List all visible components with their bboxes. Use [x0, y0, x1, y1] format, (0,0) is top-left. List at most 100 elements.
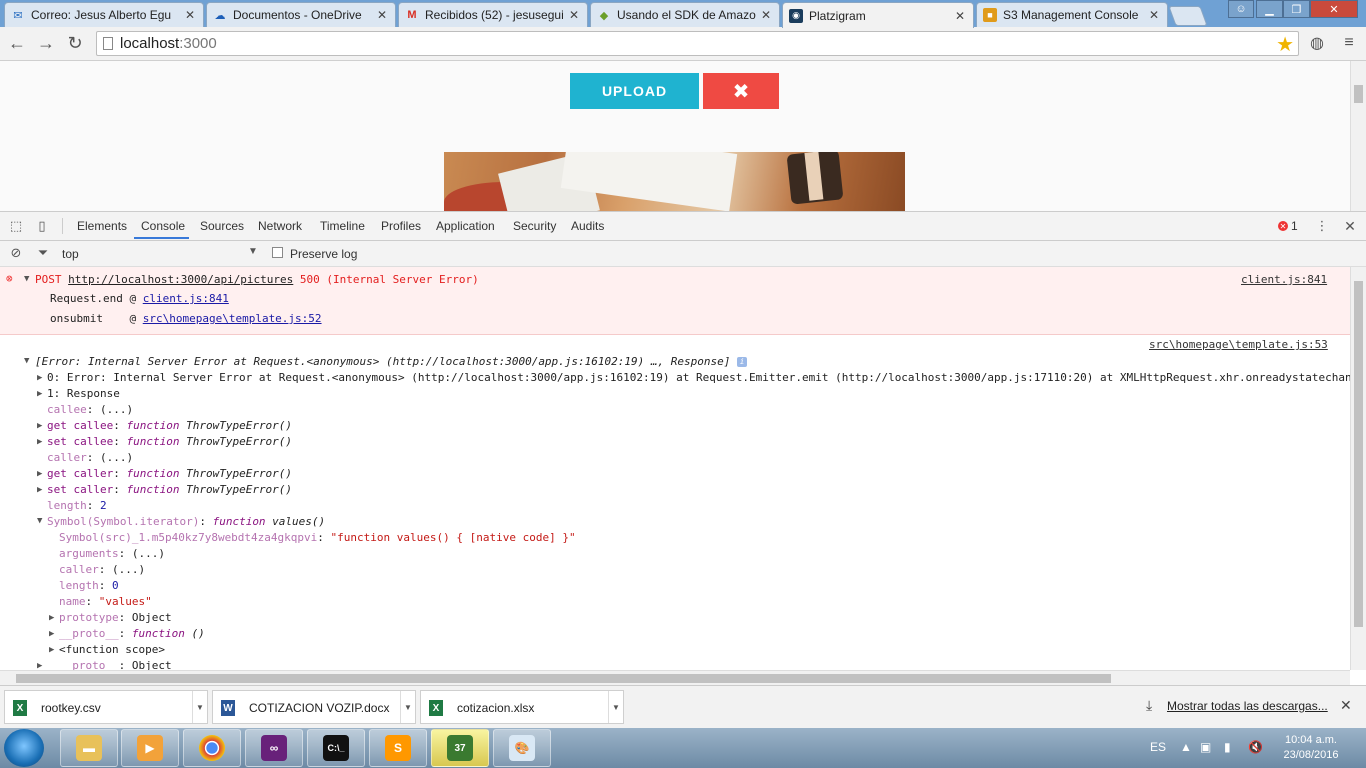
new-tab-button[interactable] [1168, 6, 1208, 26]
tab-audits[interactable]: Audits [571, 219, 604, 233]
tab-timeline[interactable]: Timeline [320, 219, 365, 233]
taskbar-media-player[interactable]: ▶ [121, 729, 179, 767]
expand-triangle-icon[interactable]: ▶ [37, 389, 42, 399]
tab-aws-sdk[interactable]: ◆ Usando el SDK de Amazo ✕ [590, 2, 780, 27]
chevron-down-icon[interactable]: ▼ [192, 691, 207, 723]
taskbar-explorer[interactable]: ▬ [60, 729, 118, 767]
expand-triangle-icon[interactable]: ▶ [37, 373, 42, 383]
prop-set-caller[interactable]: set caller: function ThrowTypeError() [47, 483, 292, 496]
expand-triangle-icon[interactable]: ▼ [24, 274, 29, 284]
tab-console[interactable]: Console [141, 219, 185, 233]
prop-arguments[interactable]: arguments: (...) [59, 547, 165, 560]
tab-elements[interactable]: Elements [77, 219, 127, 233]
prop-get-caller[interactable]: get caller: function ThrowTypeError() [47, 467, 292, 480]
console-vertical-scrollbar[interactable] [1350, 267, 1366, 670]
device-toolbar-icon[interactable]: ▯ [34, 218, 50, 234]
download-item[interactable]: X rootkey.csv ▼ [4, 690, 208, 724]
input-language[interactable]: ES [1150, 740, 1166, 754]
tab-security[interactable]: Security [513, 219, 556, 233]
array-item-1[interactable]: 1: Response [47, 387, 120, 400]
start-button[interactable] [4, 729, 44, 767]
network-signal-icon[interactable]: ▮ [1224, 740, 1231, 754]
tab-s3-console[interactable]: ■ S3 Management Console ✕ [976, 2, 1168, 27]
download-item[interactable]: X cotizacion.xlsx ▼ [420, 690, 624, 724]
scrollbar-thumb[interactable] [1354, 85, 1363, 103]
preserve-log-checkbox[interactable] [272, 247, 283, 258]
prop-proto-object[interactable]: __proto__: Object [59, 659, 172, 670]
prop-get-callee[interactable]: get callee: function ThrowTypeError() [47, 419, 292, 432]
chevron-down-icon[interactable]: ▼ [400, 691, 415, 723]
chevron-down-icon[interactable]: ▼ [608, 691, 623, 723]
reload-icon[interactable]: ↻ [64, 33, 86, 53]
close-devtools-icon[interactable]: ✕ [1342, 218, 1358, 234]
taskbar-visual-studio[interactable]: ∞ [245, 729, 303, 767]
prop-proto-fn[interactable]: __proto__: function () [59, 627, 205, 640]
device-icon[interactable]: ▣ [1200, 740, 1211, 754]
close-shelf-icon[interactable]: ✕ [1340, 697, 1352, 714]
prop-caller[interactable]: caller: (...) [47, 451, 133, 464]
extension-globe-icon[interactable]: ◍ [1306, 33, 1328, 53]
expand-triangle-icon[interactable]: ▼ [24, 356, 29, 366]
address-bar[interactable]: localhost:3000 ★ [96, 31, 1299, 56]
taskbar-sublime[interactable]: S [369, 729, 427, 767]
show-all-downloads-link[interactable]: Mostrar todas las descargas... [1167, 699, 1328, 713]
tab-outlook-mail[interactable]: ✉ Correo: Jesus Alberto Egu ✕ [4, 2, 204, 27]
scrollbar-thumb[interactable] [1354, 281, 1363, 627]
more-options-icon[interactable]: ⋮ [1314, 218, 1330, 234]
window-close-icon[interactable]: ✕ [1310, 0, 1358, 18]
close-icon[interactable]: ✕ [183, 8, 197, 22]
expand-triangle-icon[interactable]: ▶ [37, 661, 42, 670]
cancel-upload-button[interactable]: ✖ [703, 73, 779, 109]
prop-symbol-iterator[interactable]: Symbol(Symbol.iterator): function values… [47, 515, 325, 528]
prop-function-scope[interactable]: <function scope> [59, 643, 165, 656]
clear-console-icon[interactable]: ⊘ [8, 245, 24, 261]
array-item-0[interactable]: 0: Error: Internal Server Error at Reque… [47, 371, 1350, 384]
prop-callee[interactable]: callee: (...) [47, 403, 133, 416]
context-selector[interactable]: top [62, 247, 79, 261]
expand-triangle-icon[interactable]: ▶ [49, 613, 54, 623]
close-icon[interactable]: ✕ [567, 8, 581, 22]
minimize-icon[interactable]: ▁ [1256, 0, 1283, 18]
tab-application[interactable]: Application [436, 219, 495, 233]
page-scrollbar[interactable] [1350, 61, 1366, 211]
error-count-badge[interactable]: ✕ 1 [1278, 219, 1298, 233]
expand-triangle-icon[interactable]: ▶ [37, 421, 42, 431]
error-url-link[interactable]: http://localhost:3000/api/pictures [68, 273, 293, 286]
stack-src-link[interactable]: src\homepage\template.js:52 [143, 312, 322, 325]
close-icon[interactable]: ✕ [1147, 8, 1161, 22]
bookmark-star-icon[interactable]: ★ [1276, 32, 1294, 57]
collapse-triangle-icon[interactable]: ▼ [37, 516, 42, 526]
scrollbar-thumb[interactable] [16, 674, 1111, 683]
prop-caller-2[interactable]: caller: (...) [59, 563, 145, 576]
system-clock[interactable]: 10:04 a.m. 23/08/2016 [1276, 733, 1346, 763]
restore-icon[interactable]: ❐ [1283, 0, 1310, 18]
close-icon[interactable]: ✕ [375, 8, 389, 22]
prop-prototype[interactable]: prototype: Object [59, 611, 172, 624]
taskbar-unknown-app[interactable]: 37 [431, 729, 489, 767]
expand-triangle-icon[interactable]: ▶ [37, 469, 42, 479]
forward-arrow-icon[interactable]: → [35, 33, 57, 53]
back-arrow-icon[interactable]: ← [6, 33, 28, 53]
chrome-menu-icon[interactable]: ≡ [1338, 33, 1360, 53]
tab-profiles[interactable]: Profiles [381, 219, 421, 233]
error-source-link[interactable]: client.js:841 [1241, 273, 1327, 286]
prop-set-callee[interactable]: set callee: function ThrowTypeError() [47, 435, 292, 448]
tab-sources[interactable]: Sources [200, 219, 244, 233]
expand-triangle-icon[interactable]: ▶ [49, 629, 54, 639]
close-icon[interactable]: ✕ [953, 9, 967, 23]
info-icon[interactable]: i [737, 357, 747, 367]
log-source-link[interactable]: src\homepage\template.js:53 [1149, 338, 1328, 351]
upload-button[interactable]: UPLOAD [570, 73, 699, 109]
user-profile-icon[interactable]: ☺ [1228, 0, 1254, 18]
tab-gmail[interactable]: M Recibidos (52) - jesusegui ✕ [398, 2, 588, 27]
tab-network[interactable]: Network [258, 219, 302, 233]
stack-src-link[interactable]: client.js:841 [143, 292, 229, 305]
console-horizontal-scrollbar[interactable] [0, 670, 1350, 686]
expand-triangle-icon[interactable]: ▶ [37, 437, 42, 447]
taskbar-command-prompt[interactable]: C:\_ [307, 729, 365, 767]
tab-platzigram[interactable]: ◉ Platzigram ✕ [782, 2, 974, 28]
taskbar-chrome[interactable] [183, 729, 241, 767]
dropdown-arrow-icon[interactable]: ▼ [248, 246, 258, 257]
volume-muted-icon[interactable]: 🔇 [1248, 740, 1263, 754]
expand-triangle-icon[interactable]: ▶ [37, 485, 42, 495]
